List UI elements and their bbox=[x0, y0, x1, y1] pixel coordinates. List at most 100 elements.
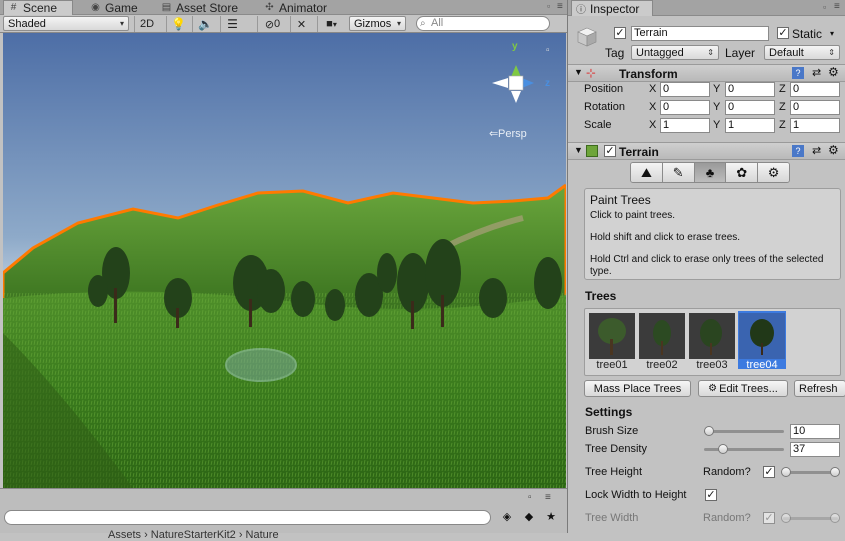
rotation-y-field[interactable]: 0 bbox=[725, 100, 775, 115]
scene-search-input[interactable]: ⌕ All bbox=[416, 16, 550, 31]
project-search-input[interactable] bbox=[4, 510, 491, 525]
mass-place-trees-button[interactable]: Mass Place Trees bbox=[584, 380, 691, 397]
scale-x-field[interactable]: 1 bbox=[660, 118, 710, 133]
chevron-down-icon[interactable]: ▾ bbox=[830, 29, 834, 38]
tag-dropdown[interactable]: Untagged ⇕ bbox=[631, 45, 719, 60]
tab-inspector[interactable]: ⓘ Inspector bbox=[571, 0, 653, 16]
tab-asset-store-label: Asset Store bbox=[176, 0, 239, 15]
terrain-settings-icon[interactable]: ⚙ bbox=[758, 163, 789, 182]
edit-trees-button[interactable]: ⚙ Edit Trees... bbox=[698, 380, 788, 397]
tree-height-max-knob[interactable] bbox=[830, 467, 840, 477]
terrain-component-header[interactable]: ▼ ✓ Terrain ? ⇄ ⚙ bbox=[568, 142, 845, 160]
tree-prototype-tile-selected[interactable]: tree04 bbox=[738, 311, 786, 371]
position-x-field[interactable]: 0 bbox=[660, 82, 710, 97]
tree-thumbnail bbox=[689, 313, 735, 359]
gear-icon[interactable]: ⚙ bbox=[828, 65, 839, 79]
menu-icon[interactable]: ≡ bbox=[545, 492, 551, 503]
paint-texture-icon[interactable]: ✎ bbox=[662, 163, 695, 182]
gizmo-y-label: y bbox=[512, 41, 518, 52]
position-y-field[interactable]: 0 bbox=[725, 82, 775, 97]
brush-size-slider-knob[interactable] bbox=[704, 426, 714, 436]
tree-name-label: tree02 bbox=[646, 359, 678, 371]
inspector-panel: ⓘ Inspector ▫ ≡ ✓ Terrain ✓ Static ▾ Tag… bbox=[567, 0, 845, 533]
tree-height-random-checkbox[interactable]: ✓ bbox=[763, 466, 775, 478]
terrain-enabled-checkbox[interactable]: ✓ bbox=[604, 145, 616, 157]
scale-z-field[interactable]: 1 bbox=[790, 118, 840, 133]
tree-density-slider-knob[interactable] bbox=[718, 444, 728, 454]
refresh-button[interactable]: Refresh bbox=[794, 380, 845, 397]
trees-heading: Trees bbox=[585, 289, 617, 303]
scale-label: Scale bbox=[584, 119, 612, 131]
help-icon[interactable]: ? bbox=[792, 67, 804, 79]
paint-details-icon[interactable]: ✿ bbox=[726, 163, 759, 182]
filter-label-icon[interactable]: ◆ bbox=[520, 510, 538, 525]
gizmo-lock-icon[interactable]: ▫ bbox=[546, 45, 550, 56]
favorite-star-icon[interactable]: ★ bbox=[542, 510, 560, 525]
rotation-z-field[interactable]: 0 bbox=[790, 100, 840, 115]
menu-icon[interactable]: ≡ bbox=[834, 1, 840, 12]
tab-asset-store[interactable]: ▤ Asset Store bbox=[157, 0, 244, 15]
help-line-3: Hold Ctrl and click to erase only trees … bbox=[590, 254, 824, 277]
hidden-count: 0 bbox=[274, 18, 281, 30]
tree-width-label: Tree Width bbox=[585, 512, 639, 524]
menu-icon[interactable]: ≡ bbox=[557, 1, 566, 12]
tree-prototype-tile[interactable]: tree02 bbox=[638, 311, 686, 371]
tab-game[interactable]: ◉ Game bbox=[86, 0, 144, 15]
rotation-x-field[interactable]: 0 bbox=[660, 100, 710, 115]
tree-name-label: tree04 bbox=[746, 359, 778, 371]
eye-slash-icon: ⊘ bbox=[264, 18, 275, 31]
lock-icon[interactable]: ▫ bbox=[823, 2, 826, 12]
preset-icon[interactable]: ⇄ bbox=[812, 66, 821, 79]
brush-size-slider[interactable] bbox=[704, 430, 784, 433]
tree-height-min-knob[interactable] bbox=[781, 467, 791, 477]
axis-x-label: X bbox=[649, 83, 657, 95]
brush-size-field[interactable]: 10 bbox=[790, 424, 840, 439]
tree-prototype-tile[interactable]: tree03 bbox=[688, 311, 736, 371]
filter-type-icon[interactable]: ◈ bbox=[498, 510, 516, 525]
tree-prototype-tile[interactable]: tree01 bbox=[588, 311, 636, 371]
chevron-down-icon: ▾ bbox=[332, 19, 337, 29]
persp-label[interactable]: Persp bbox=[498, 128, 527, 140]
layer-label: Layer bbox=[725, 46, 756, 60]
transform-title: Transform bbox=[619, 67, 678, 81]
object-name-field[interactable]: Terrain bbox=[631, 26, 769, 41]
position-z-field[interactable]: 0 bbox=[790, 82, 840, 97]
tools-icon[interactable]: ✕ bbox=[290, 16, 312, 32]
draw-mode-dropdown[interactable]: Shaded ▾ bbox=[3, 16, 129, 31]
paint-trees-icon[interactable]: ♣ bbox=[694, 163, 727, 182]
hidden-objects-toggle[interactable]: ⊘ 0 bbox=[257, 16, 287, 32]
layer-dropdown[interactable]: Default ⇕ bbox=[764, 45, 840, 60]
effects-toggle-icon[interactable]: ☰ bbox=[220, 16, 244, 32]
axis-x-label: X bbox=[649, 101, 657, 113]
camera-dropdown[interactable]: ■ ▾ bbox=[317, 16, 345, 32]
tree-prototype-list: tree01 tree02 tree03 tree04 bbox=[584, 308, 841, 376]
foldout-expanded-icon: ▼ bbox=[574, 67, 583, 77]
tree-density-slider[interactable] bbox=[704, 448, 784, 451]
preset-icon[interactable]: ⇄ bbox=[812, 144, 821, 157]
scene-viewport[interactable]: y z Persp ⇐ ▫ bbox=[3, 33, 566, 488]
tab-scene-label: Scene bbox=[23, 1, 58, 15]
tree-thumbnail bbox=[589, 313, 635, 359]
tree-density-field[interactable]: 37 bbox=[790, 442, 840, 457]
gizmos-dropdown[interactable]: Gizmos ▾ bbox=[349, 16, 406, 31]
active-checkbox[interactable]: ✓ bbox=[614, 27, 626, 39]
project-breadcrumb[interactable]: Assets › NatureStarterKit2 › Nature bbox=[108, 529, 279, 541]
static-checkbox[interactable]: ✓ bbox=[777, 27, 789, 39]
lighting-toggle-icon[interactable]: 💡 bbox=[166, 16, 190, 32]
lock-width-checkbox[interactable]: ✓ bbox=[705, 489, 717, 501]
axis-y-label: Y bbox=[713, 101, 721, 113]
lock-icon[interactable]: ▫ bbox=[528, 492, 532, 503]
axis-x-label: X bbox=[649, 119, 657, 131]
tab-animator[interactable]: ✣ Animator bbox=[260, 0, 333, 15]
tab-scene[interactable]: # Scene bbox=[3, 0, 73, 15]
inspector-tab-label: Inspector bbox=[590, 1, 640, 16]
help-icon[interactable]: ? bbox=[792, 145, 804, 157]
audio-toggle-icon[interactable]: 🔈 bbox=[192, 16, 218, 32]
raise-terrain-icon[interactable]: ⛰ bbox=[631, 163, 663, 182]
transform-header[interactable]: ▼ ⊹ Transform ? ⇄ ⚙ bbox=[568, 64, 845, 82]
mode-2d-button[interactable]: 2D bbox=[134, 16, 159, 32]
lock-icon[interactable]: ▫ bbox=[547, 2, 556, 11]
scale-y-field[interactable]: 1 bbox=[725, 118, 775, 133]
tree-width-random-label: Random? bbox=[703, 512, 751, 524]
gear-icon[interactable]: ⚙ bbox=[828, 143, 839, 157]
